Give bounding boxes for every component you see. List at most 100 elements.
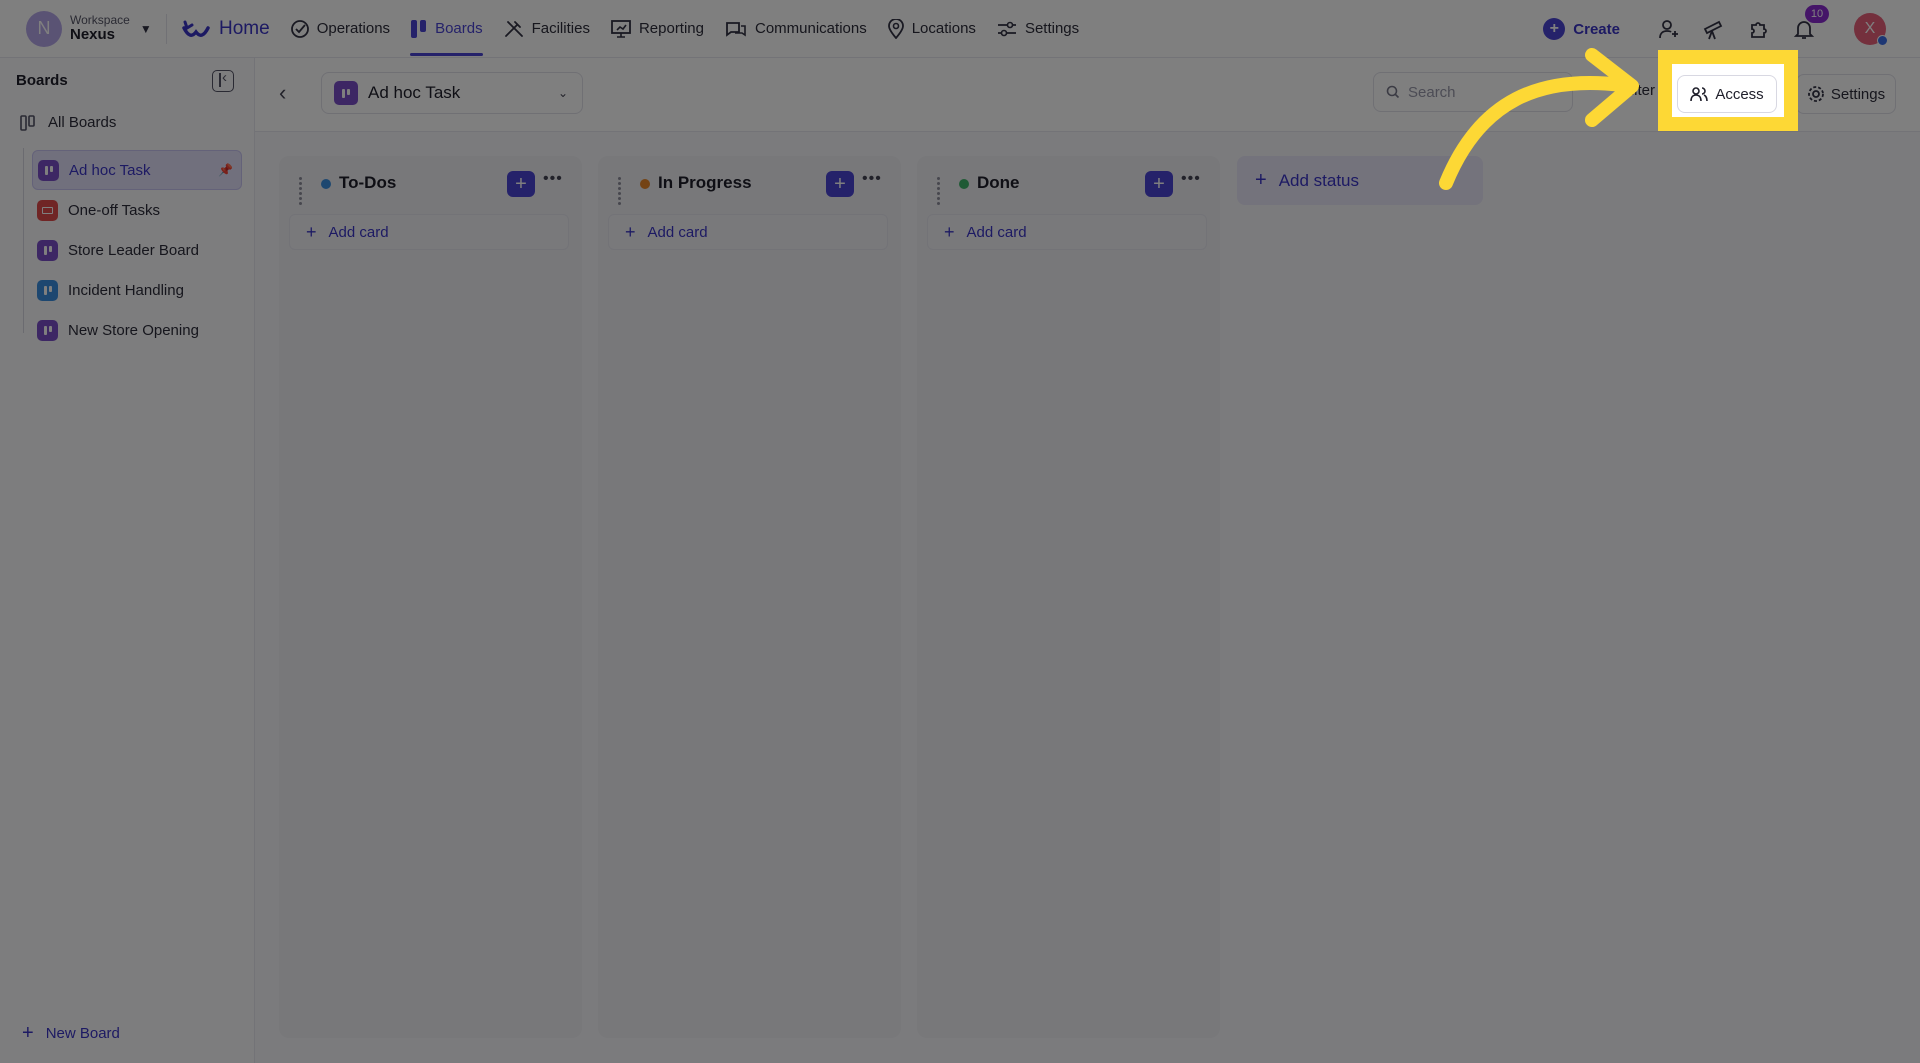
- pin-icon[interactable]: 📌: [218, 163, 233, 177]
- bell-icon[interactable]: 10: [1791, 5, 1829, 42]
- sliders-icon: [997, 21, 1016, 36]
- sidebar: Boards All Boards Ad hoc Task 📌 One-off …: [0, 58, 255, 1063]
- workspace-label: Workspace: [70, 12, 130, 27]
- add-card-label: Add card: [966, 223, 1027, 241]
- nav-locations-label: Locations: [911, 20, 976, 37]
- status-dot: [321, 179, 331, 189]
- nav-reporting[interactable]: Reporting: [610, 0, 704, 58]
- plus-icon: +: [1543, 18, 1566, 40]
- gear-icon: [1807, 86, 1824, 102]
- board-selector-label: Ad hoc Task: [368, 83, 461, 102]
- board-icon: [37, 279, 58, 301]
- sidebar-board-incident-handling[interactable]: Incident Handling: [32, 270, 242, 310]
- puzzle-icon[interactable]: [1746, 16, 1772, 42]
- chevron-down-icon: ⌄: [557, 86, 568, 100]
- new-board-label: New Board: [45, 1025, 120, 1042]
- search-input[interactable]: Search: [1373, 72, 1573, 112]
- search-placeholder: Search: [1408, 83, 1456, 101]
- nav-operations-label: Operations: [316, 20, 391, 37]
- nav-settings-label: Settings: [1024, 20, 1080, 37]
- presentation-icon: [611, 19, 631, 38]
- nav-divider: [166, 13, 167, 44]
- chat-icon: [726, 21, 746, 37]
- board-header: ‹ Ad hoc Task ⌄ Search Filter Settings: [255, 58, 1920, 132]
- nav-operations[interactable]: Operations: [290, 0, 390, 58]
- workspace-avatar: N: [26, 10, 62, 47]
- sidebar-board-label: New Store Opening: [68, 321, 199, 339]
- home-logo-icon: [182, 20, 210, 37]
- tools-icon: [504, 20, 523, 37]
- plus-icon: +: [944, 221, 955, 242]
- sidebar-board-ad-hoc-task[interactable]: Ad hoc Task 📌: [32, 150, 242, 190]
- top-nav: N Workspace Nexus ▼ Home Operations Boar…: [0, 0, 1920, 58]
- sidebar-item-all-boards[interactable]: All Boards: [20, 114, 116, 131]
- nav-reporting-label: Reporting: [638, 20, 704, 37]
- add-card-label: Add card: [647, 223, 708, 241]
- board-selector[interactable]: Ad hoc Task ⌄: [321, 72, 583, 114]
- sidebar-board-label: Store Leader Board: [68, 241, 199, 259]
- add-card-button[interactable]: + Add card: [927, 214, 1207, 250]
- nav-locations[interactable]: Locations: [887, 0, 976, 58]
- workspace-switcher[interactable]: N Workspace Nexus ▼: [26, 7, 154, 51]
- sidebar-board-one-off-tasks[interactable]: One-off Tasks: [32, 190, 242, 230]
- status-dot: [640, 179, 650, 189]
- board-icon: [37, 239, 58, 261]
- drag-handle-icon[interactable]: [937, 177, 945, 205]
- access-label: Access: [1715, 85, 1764, 103]
- add-status-button[interactable]: + Add status: [1237, 156, 1483, 205]
- users-icon: [1690, 87, 1709, 102]
- plus-icon: +: [22, 1022, 34, 1044]
- add-card-button[interactable]: + Add card: [608, 214, 888, 250]
- nav-boards-label: Boards: [435, 20, 483, 37]
- board-settings-button[interactable]: Settings: [1796, 74, 1896, 114]
- sidebar-board-label: Incident Handling: [68, 281, 184, 299]
- nav-facilities[interactable]: Facilities: [503, 0, 590, 58]
- telescope-icon[interactable]: [1701, 16, 1727, 42]
- back-chevron-icon[interactable]: ‹: [279, 80, 286, 106]
- status-dot: [959, 179, 969, 189]
- add-card-button[interactable]: + Add card: [289, 214, 569, 250]
- workspace-name: Nexus: [70, 25, 116, 43]
- sidebar-board-label: One-off Tasks: [68, 201, 160, 219]
- chevron-down-icon: ▼: [139, 21, 152, 36]
- board-icon: [334, 81, 358, 105]
- status-column-todos: To-Dos + ••• + Add card: [279, 156, 582, 1038]
- nav-communications[interactable]: Communications: [724, 0, 867, 58]
- more-options-icon[interactable]: •••: [862, 170, 882, 188]
- add-status-label: Add status: [1278, 170, 1360, 190]
- new-board-button[interactable]: + New Board: [22, 1022, 120, 1045]
- sidebar-board-new-store-opening[interactable]: New Store Opening: [32, 310, 242, 350]
- collapse-sidebar-icon[interactable]: [212, 69, 234, 92]
- filter-button[interactable]: Filter: [1629, 82, 1655, 99]
- create-button[interactable]: + Create: [1543, 18, 1620, 40]
- sidebar-title: Boards: [16, 72, 68, 89]
- board-settings-label: Settings: [1830, 85, 1886, 103]
- nav-settings[interactable]: Settings: [996, 0, 1079, 58]
- all-boards-label: All Boards: [48, 114, 117, 131]
- nav-communications-label: Communications: [755, 20, 867, 37]
- add-card-plus-button[interactable]: +: [1145, 171, 1173, 197]
- board-icon: [38, 159, 59, 181]
- add-card-plus-button[interactable]: +: [826, 171, 854, 197]
- notification-count-badge: 10: [1805, 5, 1829, 23]
- access-button[interactable]: Access: [1677, 75, 1777, 113]
- plus-icon: +: [306, 221, 317, 242]
- more-options-icon[interactable]: •••: [543, 170, 563, 188]
- column-title: In Progress: [658, 173, 752, 192]
- sidebar-board-label: Ad hoc Task: [69, 161, 151, 179]
- user-avatar[interactable]: X: [1854, 13, 1888, 46]
- add-card-label: Add card: [328, 223, 389, 241]
- tree-line: [23, 148, 24, 333]
- home-label: Home: [219, 17, 270, 39]
- invite-user-icon[interactable]: [1656, 16, 1682, 42]
- drag-handle-icon[interactable]: [618, 177, 626, 205]
- drag-handle-icon[interactable]: [299, 177, 307, 205]
- status-column-in-progress: In Progress + ••• + Add card: [598, 156, 901, 1038]
- home-link[interactable]: Home: [181, 18, 270, 40]
- nav-facilities-label: Facilities: [531, 20, 590, 37]
- more-options-icon[interactable]: •••: [1181, 170, 1201, 188]
- add-card-plus-button[interactable]: +: [507, 171, 535, 197]
- nav-boards[interactable]: Boards: [410, 0, 483, 58]
- create-label: Create: [1573, 20, 1620, 38]
- sidebar-board-store-leader-board[interactable]: Store Leader Board: [32, 230, 242, 270]
